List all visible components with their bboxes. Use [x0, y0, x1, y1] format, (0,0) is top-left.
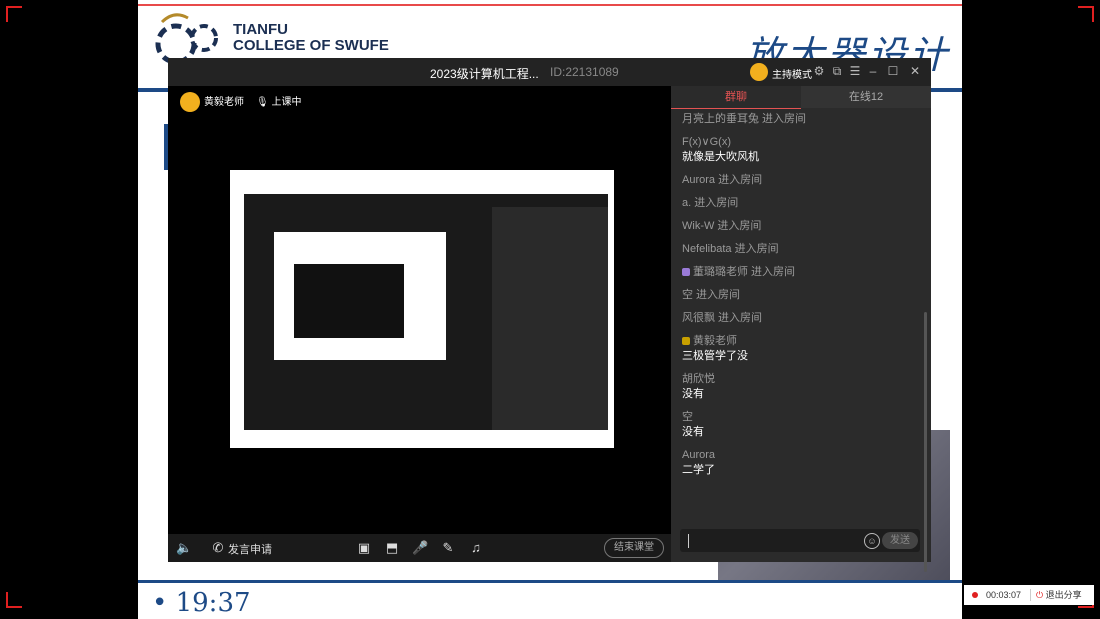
slide-bullet-time: • 19:37 [152, 588, 251, 618]
minimize-icon[interactable]: – [866, 64, 880, 78]
tab-online[interactable]: 在线12 [801, 86, 931, 108]
message-text: 就像是大吹风机 [682, 151, 759, 163]
microphone-icon[interactable]: 🎤 [412, 540, 428, 556]
system-message: 风很飘 进入房间 [682, 312, 763, 324]
edit-icon[interactable]: ✎ [440, 540, 456, 556]
share-corner-tl [6, 6, 22, 22]
system-message: Wik-W 进入房间 [682, 220, 762, 232]
teacher-badge-icon [682, 337, 690, 346]
slide-bottom-band [138, 580, 962, 583]
message-author: Aurora [682, 449, 716, 461]
chat-panel: 群聊 在线12 月亮上的垂耳兔 进入房间 F(x)∨G(x) 就像是大吹风机 Au… [671, 86, 931, 572]
share-corner-bl [6, 592, 22, 608]
list-item: Aurora 进入房间 [682, 173, 922, 188]
list-item: 月亮上的垂耳兔 进入房间 [682, 112, 922, 127]
tab-group-chat[interactable]: 群聊 [671, 86, 801, 109]
system-message: a. 进入房间 [682, 197, 739, 209]
window-titlebar[interactable]: 2023级计算机工程... ID:22131089 主持模式 ⚙ ⧉ ☰ – ☐… [168, 58, 931, 86]
end-class-button[interactable]: 结束课堂 [604, 538, 664, 558]
college-name: TIANFU COLLEGE OF SWUFE [233, 22, 389, 54]
send-button[interactable]: 发送 [882, 532, 918, 549]
message-text: 没有 [682, 426, 704, 438]
nested-chat [492, 207, 608, 430]
teacher-name: 黄毅老师 [204, 97, 244, 108]
list-item: a. 进入房间 [682, 196, 922, 211]
message-author: 黄毅老师 [693, 335, 737, 347]
message-author: 胡欣悦 [682, 373, 715, 385]
list-item: 董璐璐老师 进入房间 [682, 265, 922, 280]
list-item: F(x)∨G(x) 就像是大吹风机 [682, 135, 922, 165]
classroom-window: 2023级计算机工程... ID:22131089 主持模式 ⚙ ⧉ ☰ – ☐… [168, 58, 931, 572]
list-item: 空没有 [682, 410, 922, 440]
exit-share-button[interactable]: ⏻ 退出分享 [1036, 585, 1082, 605]
message-author: F(x)∨G(x) [682, 136, 731, 148]
popout-icon[interactable]: ⧉ [830, 64, 844, 78]
chat-tabs: 群聊 在线12 [671, 86, 931, 109]
phone-icon[interactable]: ✆ [210, 540, 226, 556]
teacher-badge-icon [682, 268, 690, 277]
message-text: 没有 [682, 388, 704, 400]
speak-request-button[interactable]: 发言申请 [228, 541, 272, 557]
menu-icon[interactable]: ☰ [848, 64, 862, 78]
message-author: 空 [682, 411, 693, 423]
teacher-tag: 黄毅老师 [180, 92, 244, 114]
class-status: 🎙 上课中 [256, 92, 301, 114]
record-dot-icon [972, 592, 978, 598]
settings-icon[interactable]: ⚙ [812, 64, 826, 78]
share-corner-tr [1078, 6, 1094, 22]
chat-input[interactable]: ☺ 发送 [680, 529, 920, 552]
host-mode-label[interactable]: 主持模式 [772, 66, 812, 81]
divider [1030, 589, 1031, 601]
room-id: ID:22131089 [550, 65, 619, 79]
teacher-avatar [180, 92, 200, 113]
speaker-icon[interactable]: 🔈 [176, 540, 192, 556]
list-item: Nefelibata 进入房间 [682, 242, 922, 257]
list-item: 空 进入房间 [682, 288, 922, 303]
list-item: Aurora 二学了 [682, 448, 922, 478]
college-name-line2: COLLEGE OF SWUFE [233, 37, 389, 54]
nested-window [244, 194, 608, 430]
system-message: 董璐璐老师 进入房间 [693, 266, 796, 278]
list-item: 黄毅老师三极管学了没 [682, 334, 922, 364]
college-name-line1: TIANFU [233, 21, 288, 38]
emoji-icon[interactable]: ☺ [864, 533, 880, 549]
close-icon[interactable]: ✕ [908, 64, 922, 78]
recording-time: 00:03:07 [986, 590, 1022, 600]
system-message: 月亮上的垂耳兔 进入房间 [682, 113, 807, 125]
list-item: 风很飘 进入房间 [682, 311, 922, 326]
message-text: 二学了 [682, 464, 715, 476]
music-icon[interactable]: ♫ [468, 540, 484, 556]
list-item: 胡欣悦 没有 [682, 372, 922, 402]
system-message: Aurora 进入房间 [682, 174, 763, 186]
camera-off-icon[interactable]: ▣ [356, 540, 372, 556]
nested-nested-window [294, 264, 404, 338]
nested-slide [274, 232, 446, 360]
maximize-icon[interactable]: ☐ [886, 64, 900, 78]
recording-indicator: 00:03:07 ⏻ 退出分享 [964, 585, 1094, 605]
shared-screen-preview [230, 170, 614, 448]
text-caret [688, 534, 689, 548]
video-area: 黄毅老师 🎙 上课中 [168, 86, 671, 534]
chat-messages: 月亮上的垂耳兔 进入房间 F(x)∨G(x) 就像是大吹风机 Aurora 进入房… [682, 112, 922, 526]
slide-top-line [138, 4, 962, 6]
chat-scrollbar[interactable] [924, 312, 927, 572]
system-message: 空 进入房间 [682, 289, 741, 301]
mic-icon: 🎙 [256, 97, 269, 108]
system-message: Nefelibata 进入房间 [682, 243, 779, 255]
host-avatar [750, 63, 768, 81]
exit-share-label: 退出分享 [1045, 590, 1082, 600]
video-toolbar: 🔈 ✆ 发言申请 ▣ ⬒ 🎤 ✎ ♫ 结束课堂 [168, 534, 671, 562]
window-title: 2023级计算机工程... [430, 67, 539, 81]
class-status-label: 上课中 [271, 97, 302, 108]
screen-share-icon[interactable]: ⬒ [384, 540, 400, 556]
list-item: Wik-W 进入房间 [682, 219, 922, 234]
message-text: 三极管学了没 [682, 350, 748, 362]
